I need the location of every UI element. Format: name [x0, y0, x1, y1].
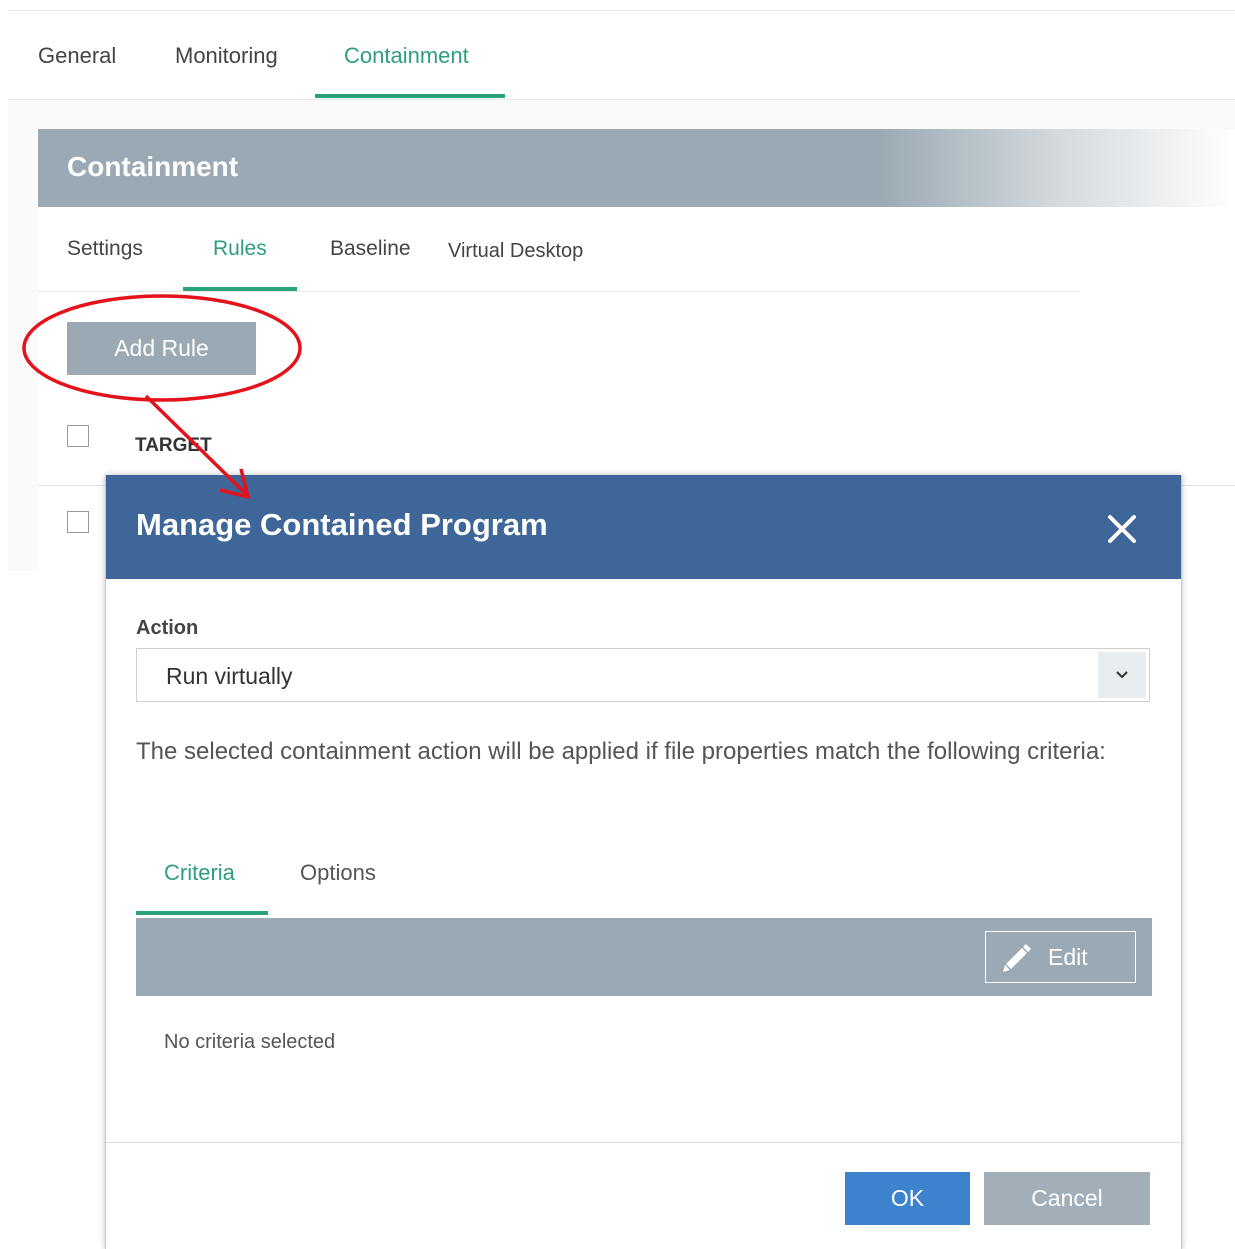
empty-criteria-message: No criteria selected: [164, 1031, 336, 1053]
tab-settings[interactable]: Settings: [67, 237, 143, 261]
panel-header: Containment: [38, 129, 1235, 207]
tab-baseline[interactable]: Baseline: [330, 237, 411, 261]
cancel-button[interactable]: Cancel: [984, 1172, 1150, 1225]
row-checkbox[interactable]: [67, 511, 89, 533]
tab-options[interactable]: Options: [300, 860, 376, 886]
sub-tab-bar: Settings Rules Baseline Virtual Desktop: [38, 207, 1078, 292]
dialog-header: Manage Contained Program: [106, 475, 1181, 579]
add-rule-button[interactable]: Add Rule: [67, 322, 256, 375]
edit-button[interactable]: Edit: [985, 931, 1136, 983]
chevron-down-icon[interactable]: [1098, 652, 1146, 698]
tab-general[interactable]: General: [38, 43, 116, 69]
active-tab-underline: [315, 94, 505, 98]
active-inner-tab-underline: [136, 911, 268, 915]
target-column-header: TARGET: [135, 435, 212, 456]
manage-contained-program-dialog: Manage Contained Program Action Run virt…: [105, 475, 1182, 1249]
panel-title: Containment: [67, 151, 239, 182]
tab-criteria[interactable]: Criteria: [164, 860, 235, 886]
ok-button[interactable]: OK: [845, 1172, 970, 1225]
tab-containment[interactable]: Containment: [344, 43, 469, 69]
tab-monitoring[interactable]: Monitoring: [175, 43, 278, 69]
close-icon[interactable]: [1102, 509, 1142, 549]
tab-virtual-desktop[interactable]: Virtual Desktop: [448, 240, 583, 263]
active-subtab-underline: [183, 287, 297, 291]
action-select-value: Run virtually: [166, 663, 293, 689]
edit-button-label: Edit: [1048, 943, 1088, 970]
pencil-icon: [1000, 940, 1034, 974]
dialog-title: Manage Contained Program: [136, 507, 548, 542]
criteria-description: The selected containment action will be …: [136, 738, 1106, 765]
tab-rules[interactable]: Rules: [213, 237, 267, 261]
footer-divider: [106, 1142, 1181, 1143]
criteria-toolbar: Edit: [136, 918, 1152, 996]
select-all-checkbox[interactable]: [67, 425, 89, 447]
action-label: Action: [136, 617, 199, 639]
action-select[interactable]: Run virtually: [136, 648, 1150, 702]
top-tab-bar: General Monitoring Containment: [8, 11, 1235, 100]
